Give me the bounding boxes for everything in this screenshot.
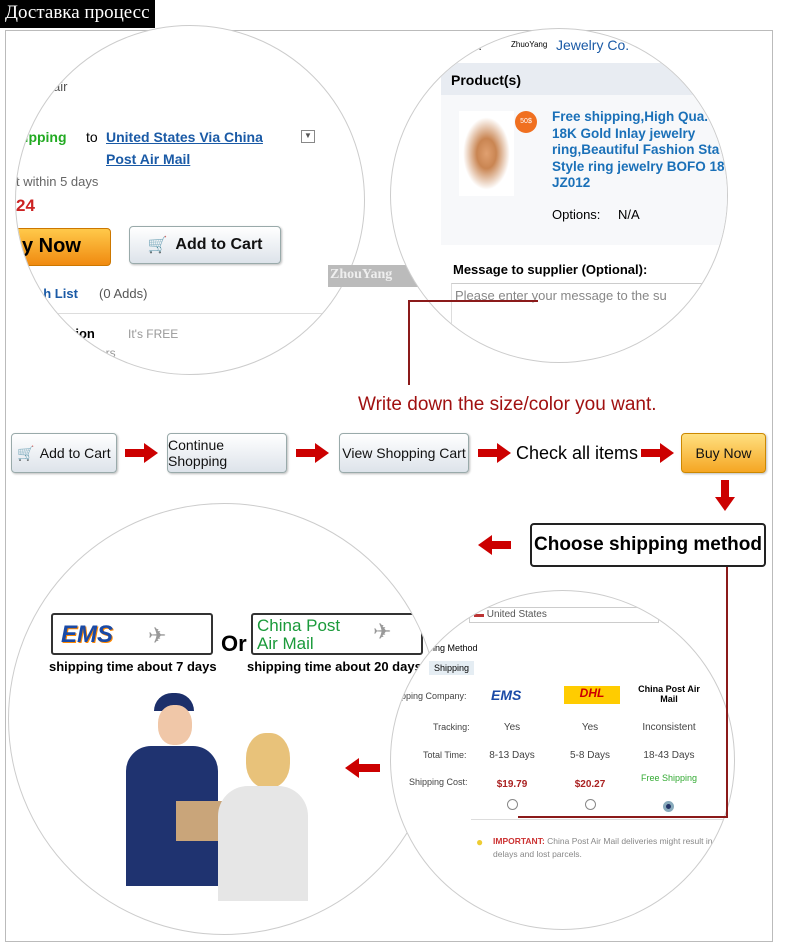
air-text: air bbox=[53, 79, 68, 94]
price: 24 bbox=[16, 196, 35, 215]
products-header: Product(s) bbox=[441, 63, 727, 95]
arrow-right-icon bbox=[125, 449, 145, 457]
delivery-time: t within 5 days bbox=[16, 174, 99, 189]
message-textarea[interactable]: Please enter your message to the su bbox=[451, 283, 727, 353]
divider bbox=[41, 313, 351, 314]
plane-icon: ✈ bbox=[148, 623, 167, 648]
arrow-right-icon bbox=[296, 449, 316, 457]
cart-icon: 🛒 bbox=[147, 237, 168, 254]
arrow-left-icon bbox=[345, 758, 359, 778]
add-to-cart-button[interactable]: 🛒 Add to Cart bbox=[129, 226, 281, 264]
supplier-label: lier: bbox=[461, 38, 482, 53]
country-value: United States bbox=[486, 609, 547, 620]
country-select[interactable]: ▬ United States bbox=[469, 607, 659, 623]
ems-tracking: Yes bbox=[503, 722, 521, 733]
order-page-zoom-circle: lier: ZhuoYang Jewelry Co. Product(s) 50… bbox=[390, 28, 728, 363]
tracking-label: Tracking: bbox=[433, 722, 470, 732]
wish-list-count: (0 Adds) bbox=[99, 286, 148, 301]
dhl-tracking: Yes bbox=[581, 722, 599, 733]
ems-time: 8-13 Days bbox=[489, 750, 535, 761]
lightbulb-icon: ● bbox=[476, 835, 484, 849]
or-text: Or bbox=[221, 631, 247, 656]
china-post-radio-selected[interactable] bbox=[663, 801, 674, 812]
us-flag-icon: ▬ bbox=[474, 609, 484, 620]
china-post-name: China Post Air Mail bbox=[638, 684, 700, 704]
shipping-method-link-2[interactable]: Post Air Mail bbox=[106, 151, 190, 167]
dropdown-icon[interactable]: ▼ bbox=[301, 130, 315, 143]
buy-now-button[interactable]: y Now bbox=[16, 228, 111, 266]
choose-shipping-box: Choose shipping method bbox=[530, 523, 766, 567]
ems-cost: $19.79 bbox=[496, 779, 528, 790]
cart-icon: 🛒 bbox=[17, 444, 35, 461]
arrow-right-icon bbox=[641, 449, 661, 457]
pointer-line bbox=[518, 816, 728, 818]
total-time-label: Total Time: bbox=[423, 750, 467, 760]
ems-time: shipping time about 7 days bbox=[49, 659, 217, 674]
company-label: pping Company: bbox=[401, 691, 467, 701]
message-label: Message to supplier (Optional): bbox=[453, 262, 648, 277]
pointer-line-vertical bbox=[726, 567, 728, 817]
arrow-right-icon bbox=[478, 449, 498, 457]
add-to-cart-label: Add to Cart bbox=[175, 236, 263, 253]
ring-image bbox=[459, 111, 514, 196]
arrow-down-icon bbox=[721, 480, 729, 498]
shipping-tab[interactable]: Shipping bbox=[429, 661, 475, 675]
dhl-time: 5-8 Days bbox=[569, 750, 610, 761]
discount-badge: 50$ bbox=[515, 111, 537, 133]
dhl-cost: $20.27 bbox=[574, 779, 606, 790]
cost-label: Shipping Cost: bbox=[409, 777, 468, 787]
ems-radio[interactable] bbox=[507, 799, 518, 810]
plane-icon: ✈ bbox=[373, 619, 392, 644]
continue-shopping-button[interactable]: Continue Shopping bbox=[167, 433, 287, 473]
flow-buy-now-label: Buy Now bbox=[695, 445, 752, 461]
ems-logo: EMS ✈ bbox=[51, 613, 213, 655]
page-title: Доставка процесс bbox=[0, 0, 155, 28]
flow-add-to-cart-label: Add to Cart bbox=[39, 445, 111, 461]
supplier-brand: ZhuoYang bbox=[511, 40, 548, 49]
pointer-line-vertical bbox=[408, 300, 410, 385]
wish-list-link[interactable]: sh List bbox=[36, 286, 78, 301]
options-label: Options: bbox=[552, 207, 601, 222]
china-post-time: 18-43 Days bbox=[643, 750, 695, 761]
free-text: It's FREE bbox=[128, 327, 179, 341]
view-shopping-cart-button[interactable]: View Shopping Cart bbox=[339, 433, 469, 473]
check-items-text: Check all items bbox=[516, 443, 639, 463]
options-value: N/A bbox=[618, 207, 640, 222]
shipping-text: hipping bbox=[16, 129, 67, 145]
important-label: IMPORTANT: bbox=[493, 836, 545, 846]
shipping-table-circle: ▬ United States pping Method Shipping pp… bbox=[390, 590, 735, 930]
china-post-cost: Free Shipping bbox=[640, 773, 698, 783]
to-text: to bbox=[86, 129, 98, 145]
dhl-radio[interactable] bbox=[585, 799, 596, 810]
buy-now-button[interactable]: Buy Now bbox=[681, 433, 766, 473]
divider bbox=[471, 819, 731, 820]
protection-text: tion bbox=[71, 326, 95, 341]
continue-shopping-label: Continue Shopping bbox=[168, 437, 228, 469]
pointer-line bbox=[408, 300, 538, 302]
choose-shipping-label: Choose shipping method bbox=[534, 534, 762, 555]
product-title-link[interactable]: Free shipping,High Qua. 18K Gold Inlay j… bbox=[552, 109, 727, 192]
delivery-illustration bbox=[116, 691, 316, 901]
instruction-text: Write down the size/color you want. bbox=[358, 394, 657, 415]
flow-add-to-cart-button[interactable]: 🛒 Add to Cart bbox=[11, 433, 117, 473]
ers-text: ers bbox=[99, 346, 116, 360]
carriers-circle: EMS ✈ Or China Post Air Mail ✈ shipping t… bbox=[8, 503, 440, 935]
arrow-left-icon bbox=[478, 535, 492, 555]
shipping-method-label: pping Method bbox=[423, 643, 478, 653]
product-page-zoom-circle: air hipping to United States Via China ▼… bbox=[15, 25, 365, 375]
supplier-link[interactable]: Jewelry Co. bbox=[556, 37, 629, 53]
dhl-logo: DHL bbox=[564, 686, 620, 704]
ems-logo: EMS bbox=[491, 687, 522, 703]
china-post-tracking: Inconsistent bbox=[642, 722, 696, 733]
products-header-label: Product(s) bbox=[451, 72, 521, 88]
view-cart-label: View Shopping Cart bbox=[342, 445, 466, 461]
shipping-method-link[interactable]: United States Via China bbox=[106, 129, 263, 145]
buy-now-label: y Now bbox=[22, 235, 81, 257]
